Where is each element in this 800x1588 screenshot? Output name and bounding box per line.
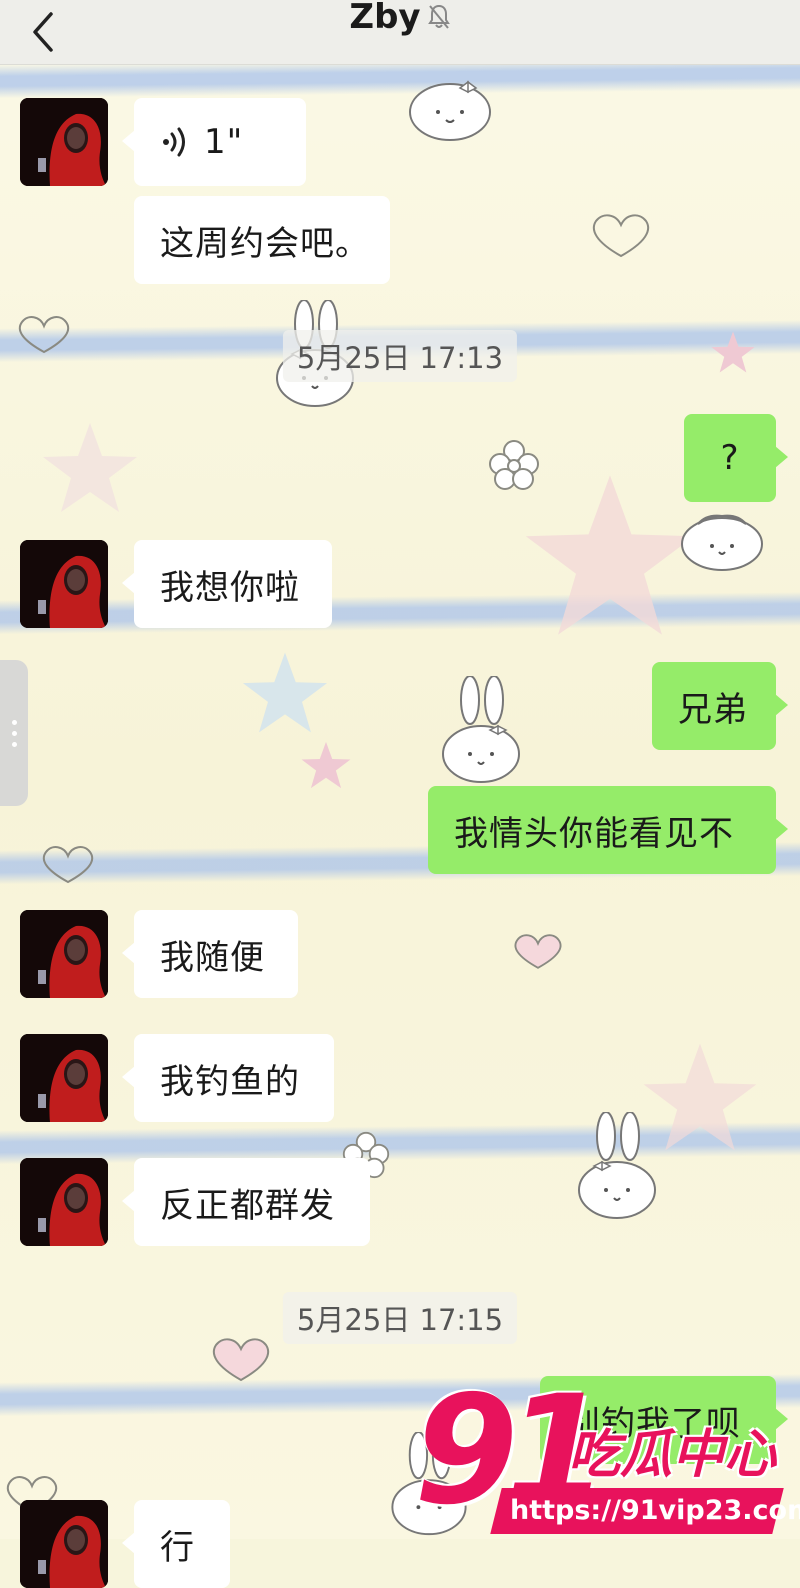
message-bubble[interactable]: 反正都群发	[122, 1158, 370, 1246]
message-text: ?	[720, 438, 740, 478]
message-text: 我情头你能看见不	[454, 813, 734, 854]
message-bubble[interactable]: 我情头你能看见不	[428, 786, 788, 874]
contact-avatar[interactable]	[20, 1500, 108, 1588]
message-bubble[interactable]: 我随便	[122, 910, 298, 998]
message-text: 兄弟	[678, 689, 748, 730]
message-timestamp: 5月25日 17:15	[282, 1292, 518, 1344]
message-bubble[interactable]: 我钓鱼的	[122, 1034, 334, 1122]
site-watermark: 91 吃瓜中心 https://91vip23.com	[400, 1376, 800, 1539]
watermark-name: 吃瓜中心	[568, 1425, 777, 1485]
message-bubble[interactable]: 兄弟	[652, 662, 788, 750]
contact-avatar[interactable]	[20, 1158, 108, 1246]
contact-avatar[interactable]	[20, 98, 108, 186]
voice-wave-icon	[163, 127, 185, 157]
chat-title-bar: Zby	[0, 0, 800, 40]
watermark-url: https://91vip23.com	[510, 1495, 800, 1526]
message-text: 我想你啦	[160, 567, 300, 608]
message-text: 我钓鱼的	[160, 1061, 300, 1102]
bell-off-icon	[427, 4, 450, 29]
chat-header: Zby	[0, 0, 800, 65]
message-text: 行	[160, 1527, 195, 1568]
message-bubble[interactable]: 这周约会吧。	[134, 196, 390, 284]
contact-avatar[interactable]	[20, 910, 108, 998]
voice-duration: 1"	[204, 122, 244, 162]
contact-avatar[interactable]	[20, 1034, 108, 1122]
message-bubble[interactable]: 我想你啦	[122, 540, 332, 628]
side-drawer-handle[interactable]	[0, 660, 28, 806]
message-text: 我随便	[160, 937, 265, 978]
message-text: 这周约会吧。	[160, 223, 370, 264]
message-list: 1" 这周约会吧。 5月25日 17:13 ? 我想你啦 兄弟 我情头你能看见不…	[0, 0, 800, 1588]
message-text: 反正都群发	[160, 1185, 335, 1226]
voice-message[interactable]: 1"	[122, 98, 306, 186]
contact-name: Zby	[349, 0, 421, 37]
contact-avatar[interactable]	[20, 540, 108, 628]
message-bubble[interactable]: 行	[122, 1500, 230, 1588]
message-timestamp: 5月25日 17:13	[282, 330, 518, 382]
message-bubble[interactable]: ?	[684, 414, 788, 502]
